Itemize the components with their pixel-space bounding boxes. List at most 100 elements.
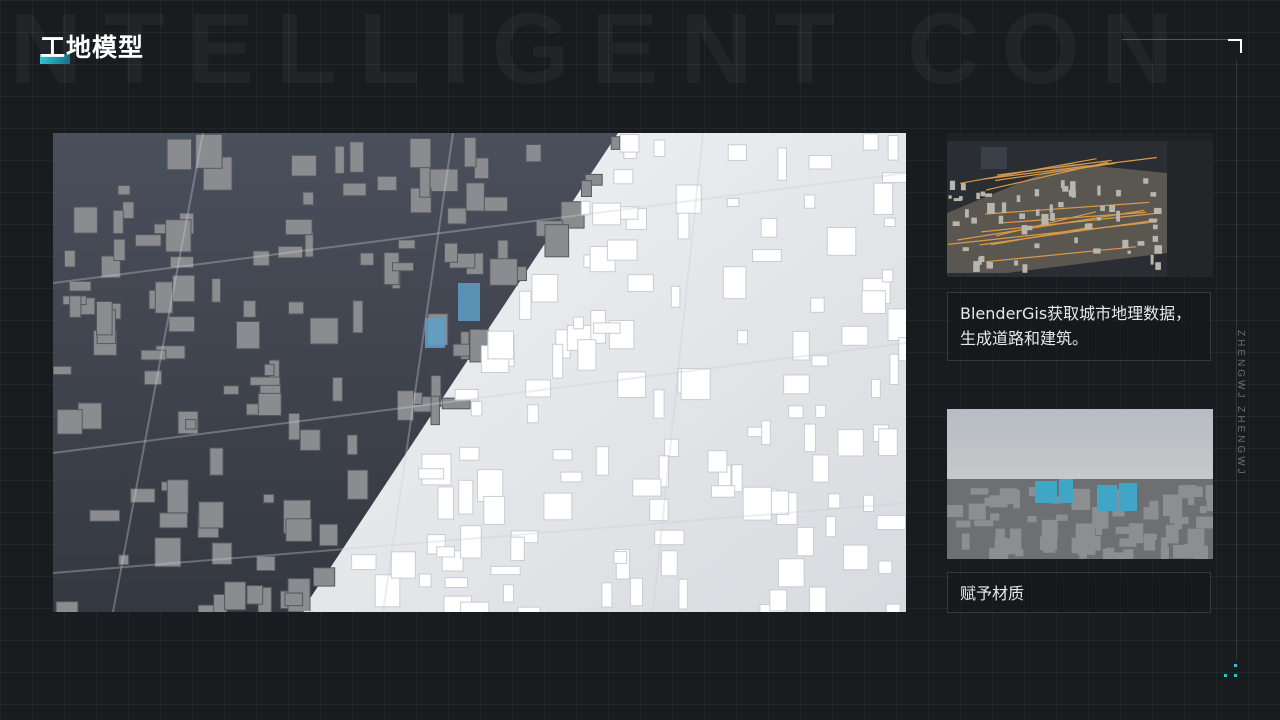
building-block — [653, 389, 665, 419]
building-block — [519, 290, 532, 320]
building-block — [986, 262, 993, 269]
building-block — [878, 428, 898, 456]
building-block — [889, 353, 899, 386]
building-block — [531, 274, 559, 303]
building-block — [447, 207, 467, 225]
building-block — [803, 194, 816, 209]
building-block — [436, 546, 455, 558]
building-block — [487, 330, 514, 360]
building-block — [812, 454, 830, 483]
building-block — [56, 409, 83, 435]
building-block — [503, 584, 514, 603]
building-block — [1137, 241, 1145, 246]
building-block — [236, 321, 261, 350]
building-block — [409, 138, 432, 169]
building-block — [680, 368, 711, 401]
building-block — [581, 180, 592, 197]
building-block — [1199, 506, 1207, 513]
building-block — [510, 536, 525, 562]
building-block — [1060, 180, 1065, 188]
building-block — [517, 606, 541, 612]
building-block — [560, 471, 583, 483]
building-block — [166, 138, 192, 171]
building-block — [777, 147, 787, 181]
building-block — [257, 392, 282, 416]
building-block — [660, 550, 678, 577]
building-block — [617, 371, 647, 398]
building-block — [543, 492, 573, 521]
building-block — [165, 219, 192, 253]
building-block — [1010, 528, 1022, 550]
building-block — [419, 164, 431, 198]
building-block — [987, 203, 995, 214]
building-block — [627, 274, 654, 293]
building-block — [284, 592, 304, 607]
building-block — [632, 478, 662, 497]
building-block — [346, 434, 358, 456]
building-block — [613, 551, 628, 564]
building-block — [1097, 185, 1101, 196]
building-block — [490, 565, 521, 576]
building-block — [677, 209, 690, 240]
building-block — [1086, 223, 1093, 229]
building-block — [211, 278, 221, 303]
building-block — [390, 551, 416, 579]
building-block — [1001, 202, 1007, 213]
building-block — [1043, 534, 1056, 553]
building-block — [211, 542, 233, 565]
building-block — [1074, 237, 1078, 244]
building-block — [525, 144, 542, 163]
building-block — [1143, 178, 1149, 184]
building-block — [1056, 514, 1068, 521]
building-block — [89, 509, 121, 522]
building-block — [159, 512, 188, 529]
building-block — [952, 221, 960, 226]
dots-icon — [1224, 664, 1242, 682]
building-block — [1034, 243, 1040, 249]
building-block — [342, 182, 367, 197]
building-block — [1109, 205, 1116, 213]
building-block — [878, 560, 893, 575]
building-block — [430, 395, 440, 426]
building-block — [304, 230, 314, 258]
building-block — [73, 206, 98, 234]
building-block — [117, 185, 131, 196]
building-block — [711, 485, 736, 498]
building-block — [463, 137, 477, 168]
building-block — [968, 503, 986, 520]
building-block — [418, 468, 445, 480]
building-block — [1155, 262, 1161, 270]
building-block — [788, 405, 804, 419]
building-block — [347, 469, 369, 500]
building-block — [752, 249, 782, 262]
building-block — [1127, 250, 1131, 254]
building-block — [1122, 239, 1129, 249]
building-block — [209, 447, 224, 476]
building-block — [458, 479, 474, 515]
building-block — [352, 300, 364, 334]
building-block — [459, 446, 480, 461]
building-block — [811, 355, 829, 367]
building-block — [313, 567, 336, 587]
building-block — [68, 280, 92, 292]
building-block — [960, 183, 966, 191]
building-block — [334, 145, 345, 174]
building-block — [947, 505, 963, 517]
building-block — [985, 193, 992, 197]
background-watermark: INTELLIGENT CON — [0, 0, 1196, 107]
building-block — [760, 217, 778, 238]
building-block — [707, 450, 728, 473]
building-block — [1206, 498, 1213, 512]
building-block — [629, 577, 644, 607]
building-block — [726, 198, 740, 207]
building-block — [444, 577, 469, 589]
building-block — [309, 317, 339, 345]
building-block — [332, 377, 343, 402]
building-block — [1050, 213, 1055, 221]
building-block — [460, 601, 490, 612]
building-block — [953, 198, 962, 202]
building-block — [303, 610, 313, 612]
building-block — [654, 529, 685, 546]
building-block — [1093, 248, 1101, 254]
building-block — [595, 446, 610, 476]
